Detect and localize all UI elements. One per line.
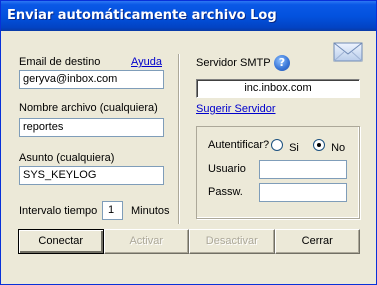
auth-group: Autentificar? Si No Usuario Passw. bbox=[196, 126, 360, 219]
subject-label: Asunto (cualquiera) bbox=[19, 152, 115, 164]
smtp-label: Servidor SMTP bbox=[196, 57, 271, 69]
auth-no-label: No bbox=[331, 142, 346, 154]
title-bar[interactable]: Enviar automáticamente archivo Log (¡DES… bbox=[1, 1, 376, 53]
filename-label: Nombre archivo (cualquiera) bbox=[19, 102, 158, 114]
column-separator bbox=[178, 54, 180, 224]
auth-no-option[interactable]: No bbox=[313, 139, 345, 154]
interval-label: Intervalo tiempo bbox=[19, 205, 98, 217]
close-button-label: Cerrar bbox=[301, 235, 333, 247]
auth-label: Autentificar? bbox=[208, 139, 270, 151]
envelope-icon bbox=[333, 42, 363, 62]
user-field[interactable] bbox=[259, 160, 347, 179]
dialog-body: Email de destino Ayuda geryva@inbox.com … bbox=[4, 31, 373, 283]
interval-unit-label: Minutos bbox=[131, 205, 170, 217]
suggest-server-link[interactable]: Sugerir Servidor bbox=[196, 103, 275, 115]
email-label: Email de destino bbox=[19, 56, 101, 68]
connect-button[interactable]: Conectar bbox=[18, 229, 104, 254]
deactivate-button[interactable]: Desactivar bbox=[189, 229, 275, 254]
subject-field[interactable]: SYS_KEYLOG bbox=[19, 166, 164, 185]
connect-button-label: Conectar bbox=[38, 235, 84, 247]
dialog-window: Enviar automáticamente archivo Log (¡DES… bbox=[0, 0, 377, 285]
help-icon[interactable]: ? bbox=[274, 55, 290, 71]
button-bar: Conectar Activar Desactivar Cerrar bbox=[18, 229, 360, 254]
auth-yes-option[interactable]: Si bbox=[271, 139, 299, 154]
password-label: Passw. bbox=[208, 186, 243, 198]
auth-yes-radio[interactable] bbox=[271, 139, 283, 151]
close-button[interactable]: Cerrar bbox=[274, 229, 360, 254]
smtp-server-field[interactable]: inc.inbox.com bbox=[196, 79, 360, 98]
user-label: Usuario bbox=[208, 163, 246, 175]
auth-yes-label: Si bbox=[289, 142, 299, 154]
deactivate-button-label: Desactivar bbox=[205, 235, 258, 247]
email-field[interactable]: geryva@inbox.com bbox=[19, 70, 164, 89]
auth-no-radio[interactable] bbox=[313, 139, 325, 151]
activate-button[interactable]: Activar bbox=[103, 229, 189, 254]
interval-field[interactable]: 1 bbox=[102, 201, 123, 220]
filename-field[interactable]: reportes bbox=[19, 118, 164, 137]
help-link[interactable]: Ayuda bbox=[131, 56, 162, 68]
password-field[interactable] bbox=[259, 183, 347, 202]
activate-button-label: Activar bbox=[129, 235, 164, 247]
